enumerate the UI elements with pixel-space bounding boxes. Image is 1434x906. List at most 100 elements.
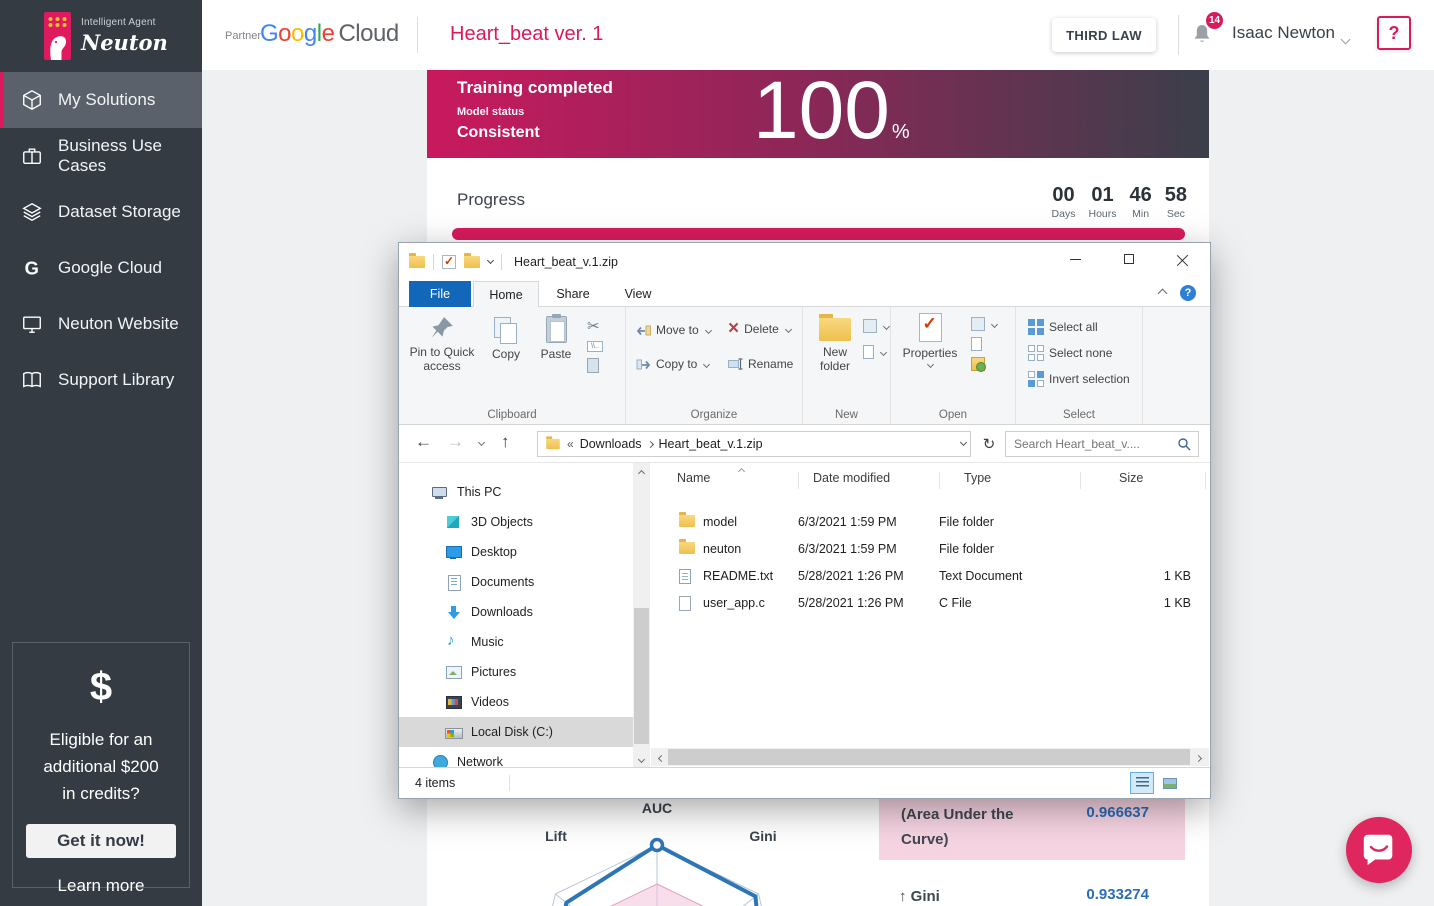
group-organize: Organize — [626, 409, 802, 421]
cut-icon[interactable]: ✂ — [587, 317, 603, 335]
open-button[interactable] — [971, 317, 997, 331]
model-status-value: Consistent — [457, 124, 540, 142]
copy-to-button[interactable]: Copy to — [636, 357, 709, 371]
tab-home[interactable]: Home — [473, 281, 539, 307]
explorer-title-bar[interactable]: Heart_beat_v.1.zip — [399, 243, 1210, 281]
explorer-help-icon[interactable]: ? — [1180, 285, 1196, 301]
chat-widget-button[interactable] — [1346, 817, 1412, 883]
third-law-button[interactable]: THIRD LAW — [1052, 18, 1156, 52]
scroll-right-icon[interactable] — [1192, 750, 1209, 767]
timer-hours: 01Hours — [1088, 184, 1116, 220]
paste-shortcut-icon[interactable] — [587, 358, 599, 373]
sidebar-item-dataset-storage[interactable]: Dataset Storage — [0, 184, 202, 240]
delete-button[interactable]: × Delete — [728, 322, 791, 336]
tab-view[interactable]: View — [607, 281, 669, 307]
auc-label-line2: Curve) — [901, 827, 1014, 852]
scroll-left-icon[interactable] — [651, 750, 668, 767]
column-size[interactable]: Size — [1119, 471, 1143, 485]
sidebar-item-support-library[interactable]: Support Library — [0, 352, 202, 408]
move-to-button[interactable]: Move to — [636, 323, 711, 337]
sidebar-item-my-solutions[interactable]: My Solutions — [0, 72, 202, 128]
file-row-model[interactable]: model 6/3/2021 1:59 PM File folder — [651, 509, 1209, 536]
learn-more-link[interactable]: Learn more — [58, 876, 145, 896]
file-row-readme[interactable]: README.txt 5/28/2021 1:26 PM Text Docume… — [651, 563, 1209, 590]
tab-file[interactable]: File — [409, 281, 471, 307]
address-box[interactable]: « Downloads Heart_beat_v.1.zip — [537, 431, 971, 457]
sidebar-item-neuton-website[interactable]: Neuton Website — [0, 296, 202, 352]
user-name[interactable]: Isaac Newton — [1232, 23, 1335, 43]
paste-button[interactable]: Paste — [531, 315, 581, 361]
history-icon[interactable] — [971, 357, 985, 371]
tree-item-videos[interactable]: Videos — [399, 687, 633, 717]
file-row-neuton[interactable]: neuton 6/3/2021 1:59 PM File folder — [651, 536, 1209, 563]
logo-name: Neuton — [81, 30, 168, 55]
copy-button[interactable]: Copy — [483, 315, 529, 361]
progress-bar — [452, 228, 1185, 240]
rename-button[interactable]: Rename — [728, 357, 793, 371]
recent-locations-icon[interactable] — [478, 439, 485, 446]
crumb-collapse-icon[interactable]: « — [567, 437, 574, 451]
sidebar-item-business-use-cases[interactable]: Business Use Cases — [0, 128, 202, 184]
quick-access-properties-icon[interactable] — [442, 255, 456, 269]
breadcrumb-downloads[interactable]: Downloads — [580, 437, 642, 451]
tree-scrollbar[interactable] — [633, 463, 650, 769]
details-view-icon — [1136, 777, 1149, 789]
large-icons-view-button[interactable] — [1158, 772, 1182, 794]
sort-ascending-icon — [738, 468, 745, 475]
tree-item-downloads[interactable]: Downloads — [399, 597, 633, 627]
quick-access-dropdown-icon[interactable] — [487, 257, 494, 264]
neuton-logo[interactable]: Intelligent Agent Neuton — [0, 0, 202, 72]
search-input[interactable] — [1006, 437, 1177, 451]
tree-item-3d-objects[interactable]: 3D Objects — [399, 507, 633, 537]
breadcrumb-current[interactable]: Heart_beat_v.1.zip — [659, 437, 763, 451]
new-item-button[interactable] — [863, 345, 886, 359]
select-all-button[interactable]: Select all — [1028, 319, 1098, 335]
metric-row-gini[interactable]: ↑ Gini 0.933274 — [879, 868, 1185, 906]
select-none-button[interactable]: Select none — [1028, 345, 1112, 361]
pin-to-quick-access-button[interactable]: Pin to Quick access — [405, 315, 479, 373]
collapse-ribbon-icon[interactable] — [1158, 289, 1168, 299]
tree-item-pictures[interactable]: Pictures — [399, 657, 633, 687]
properties-icon — [919, 313, 942, 342]
new-folder-button[interactable]: New folder — [809, 315, 861, 373]
edit-icon[interactable] — [971, 337, 982, 351]
group-open: Open — [891, 409, 1015, 421]
file-row-user-app[interactable]: user_app.c 5/28/2021 1:26 PM C File 1 KB — [651, 590, 1209, 617]
h-scrollbar-thumb[interactable] — [668, 749, 1190, 765]
up-button[interactable]: ↑ — [501, 432, 510, 452]
training-timer: 00Days 01Hours 46Min 58Sec — [1052, 184, 1187, 220]
back-button[interactable]: ← — [415, 432, 432, 452]
column-name[interactable]: Name — [677, 471, 710, 485]
minimize-button[interactable] — [1048, 243, 1102, 275]
tab-share[interactable]: Share — [541, 281, 605, 307]
maximize-button[interactable] — [1102, 243, 1156, 275]
easy-access-button[interactable] — [863, 319, 889, 333]
scroll-up-icon[interactable] — [633, 463, 650, 480]
details-view-button[interactable] — [1130, 772, 1154, 794]
refresh-icon[interactable]: ↻ — [977, 431, 1001, 457]
column-type[interactable]: Type — [964, 471, 991, 485]
invert-selection-button[interactable]: Invert selection — [1028, 371, 1130, 387]
column-date-modified[interactable]: Date modified — [813, 471, 890, 485]
search-icon[interactable] — [1177, 437, 1191, 451]
address-dropdown-icon[interactable] — [960, 439, 967, 446]
scrollbar-thumb[interactable] — [634, 608, 649, 744]
quick-access-newfolder-icon[interactable] — [464, 256, 480, 268]
copy-path-icon[interactable]: \\.. — [587, 341, 603, 352]
tree-item-local-disk-c[interactable]: Local Disk (C:) — [399, 717, 633, 747]
close-button[interactable] — [1156, 243, 1210, 275]
tree-item-desktop[interactable]: Desktop — [399, 537, 633, 567]
promo-line2: additional $200 — [13, 753, 189, 780]
help-button[interactable]: ? — [1377, 16, 1411, 50]
notification-badge[interactable]: 14 — [1204, 10, 1225, 31]
tree-item-this-pc[interactable]: This PC — [399, 477, 633, 507]
tree-item-documents[interactable]: Documents — [399, 567, 633, 597]
get-it-now-button[interactable]: Get it now! — [26, 824, 176, 858]
tree-item-music[interactable]: Music — [399, 627, 633, 657]
forward-button[interactable]: → — [447, 432, 464, 452]
tree-item-network[interactable]: Network — [399, 747, 633, 769]
sidebar-item-google-cloud[interactable]: G Google Cloud — [0, 240, 202, 296]
properties-button[interactable]: Properties — [899, 313, 961, 367]
list-horizontal-scrollbar[interactable] — [651, 748, 1209, 766]
user-chevron-down-icon[interactable] — [1342, 30, 1349, 48]
